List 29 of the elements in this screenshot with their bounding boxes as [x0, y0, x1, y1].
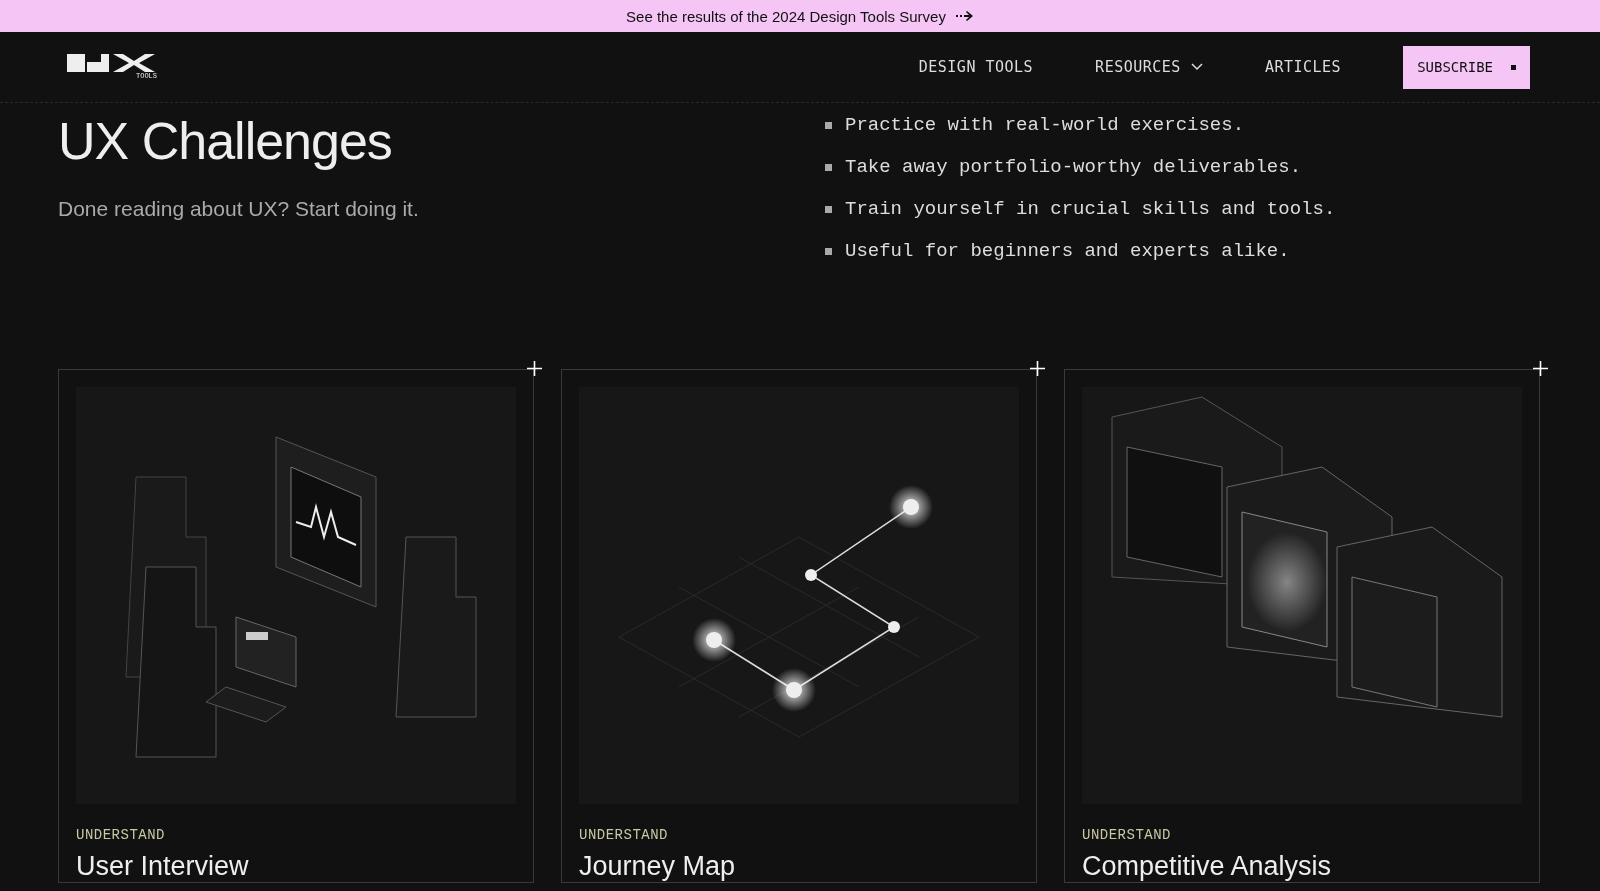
nav-link[interactable]: RESOURCES — [1095, 58, 1203, 76]
nav-link[interactable]: DESIGN TOOLS — [918, 58, 1034, 76]
nav-link[interactable]: ARTICLES — [1264, 58, 1342, 76]
feature-text: Useful for beginners and experts alike. — [845, 239, 1290, 264]
card-title: User Interview — [76, 851, 250, 882]
challenge-card[interactable]: UNDERSTAND User Interview — [58, 369, 534, 883]
challenge-card[interactable]: UNDERSTAND Journey Map — [561, 369, 1037, 883]
page-title: UX Challenges — [58, 111, 393, 171]
plus-icon — [1533, 361, 1548, 376]
page-subtitle: Done reading about UX? Start doing it. — [58, 197, 420, 221]
card-category: UNDERSTAND — [579, 827, 669, 843]
feature-text: Take away portfolio-worthy deliverables. — [845, 155, 1302, 180]
bullet-icon — [825, 163, 832, 171]
card-title: Journey Map — [579, 851, 737, 882]
arrow-icon — [955, 10, 974, 22]
bullet-icon — [825, 121, 832, 129]
card-title: Competitive Analysis — [1082, 851, 1333, 882]
subscribe-button[interactable]: SUBSCRIBE — [1403, 45, 1530, 89]
plus-icon — [527, 361, 542, 376]
bullet-icon — [825, 205, 832, 213]
feature-text: Practice with real-world exercises. — [845, 113, 1245, 138]
plus-icon — [1030, 361, 1045, 376]
bullet-icon — [825, 247, 832, 255]
card-category: UNDERSTAND — [1082, 827, 1172, 843]
survey-link[interactable]: See the results of the 2024 Design Tools Survey — [626, 7, 946, 25]
logo-icon[interactable] — [67, 54, 157, 72]
card-category: UNDERSTAND — [76, 827, 166, 843]
challenge-card[interactable]: UNDERSTAND Competitive Analysis — [1064, 369, 1540, 883]
feature-text: Train yourself in crucial skills and tools. — [845, 197, 1336, 222]
